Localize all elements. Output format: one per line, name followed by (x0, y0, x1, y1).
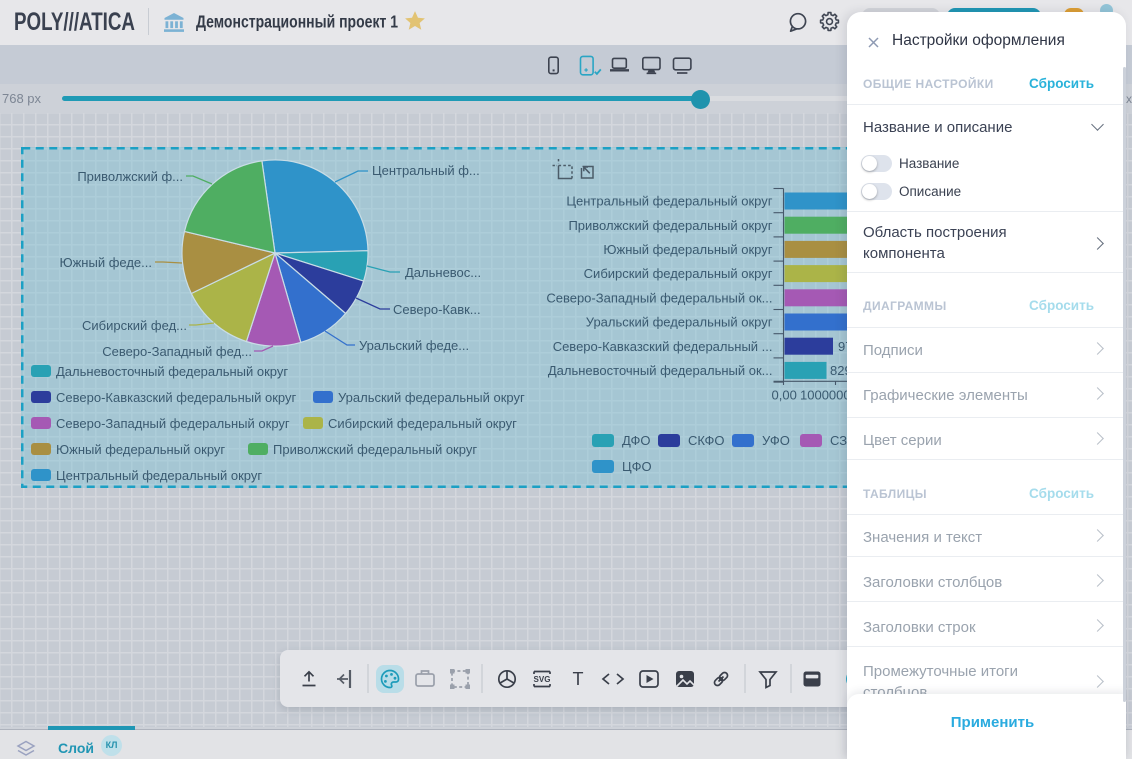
svg-text:Демонстрационный проект 1: Демонстрационный проект 1 (196, 12, 398, 32)
svg-text:T: T (573, 669, 584, 689)
svg-text:SVG: SVG (534, 675, 551, 684)
svg-text:POLY///ATICA: POLY///ATICA (14, 8, 135, 36)
